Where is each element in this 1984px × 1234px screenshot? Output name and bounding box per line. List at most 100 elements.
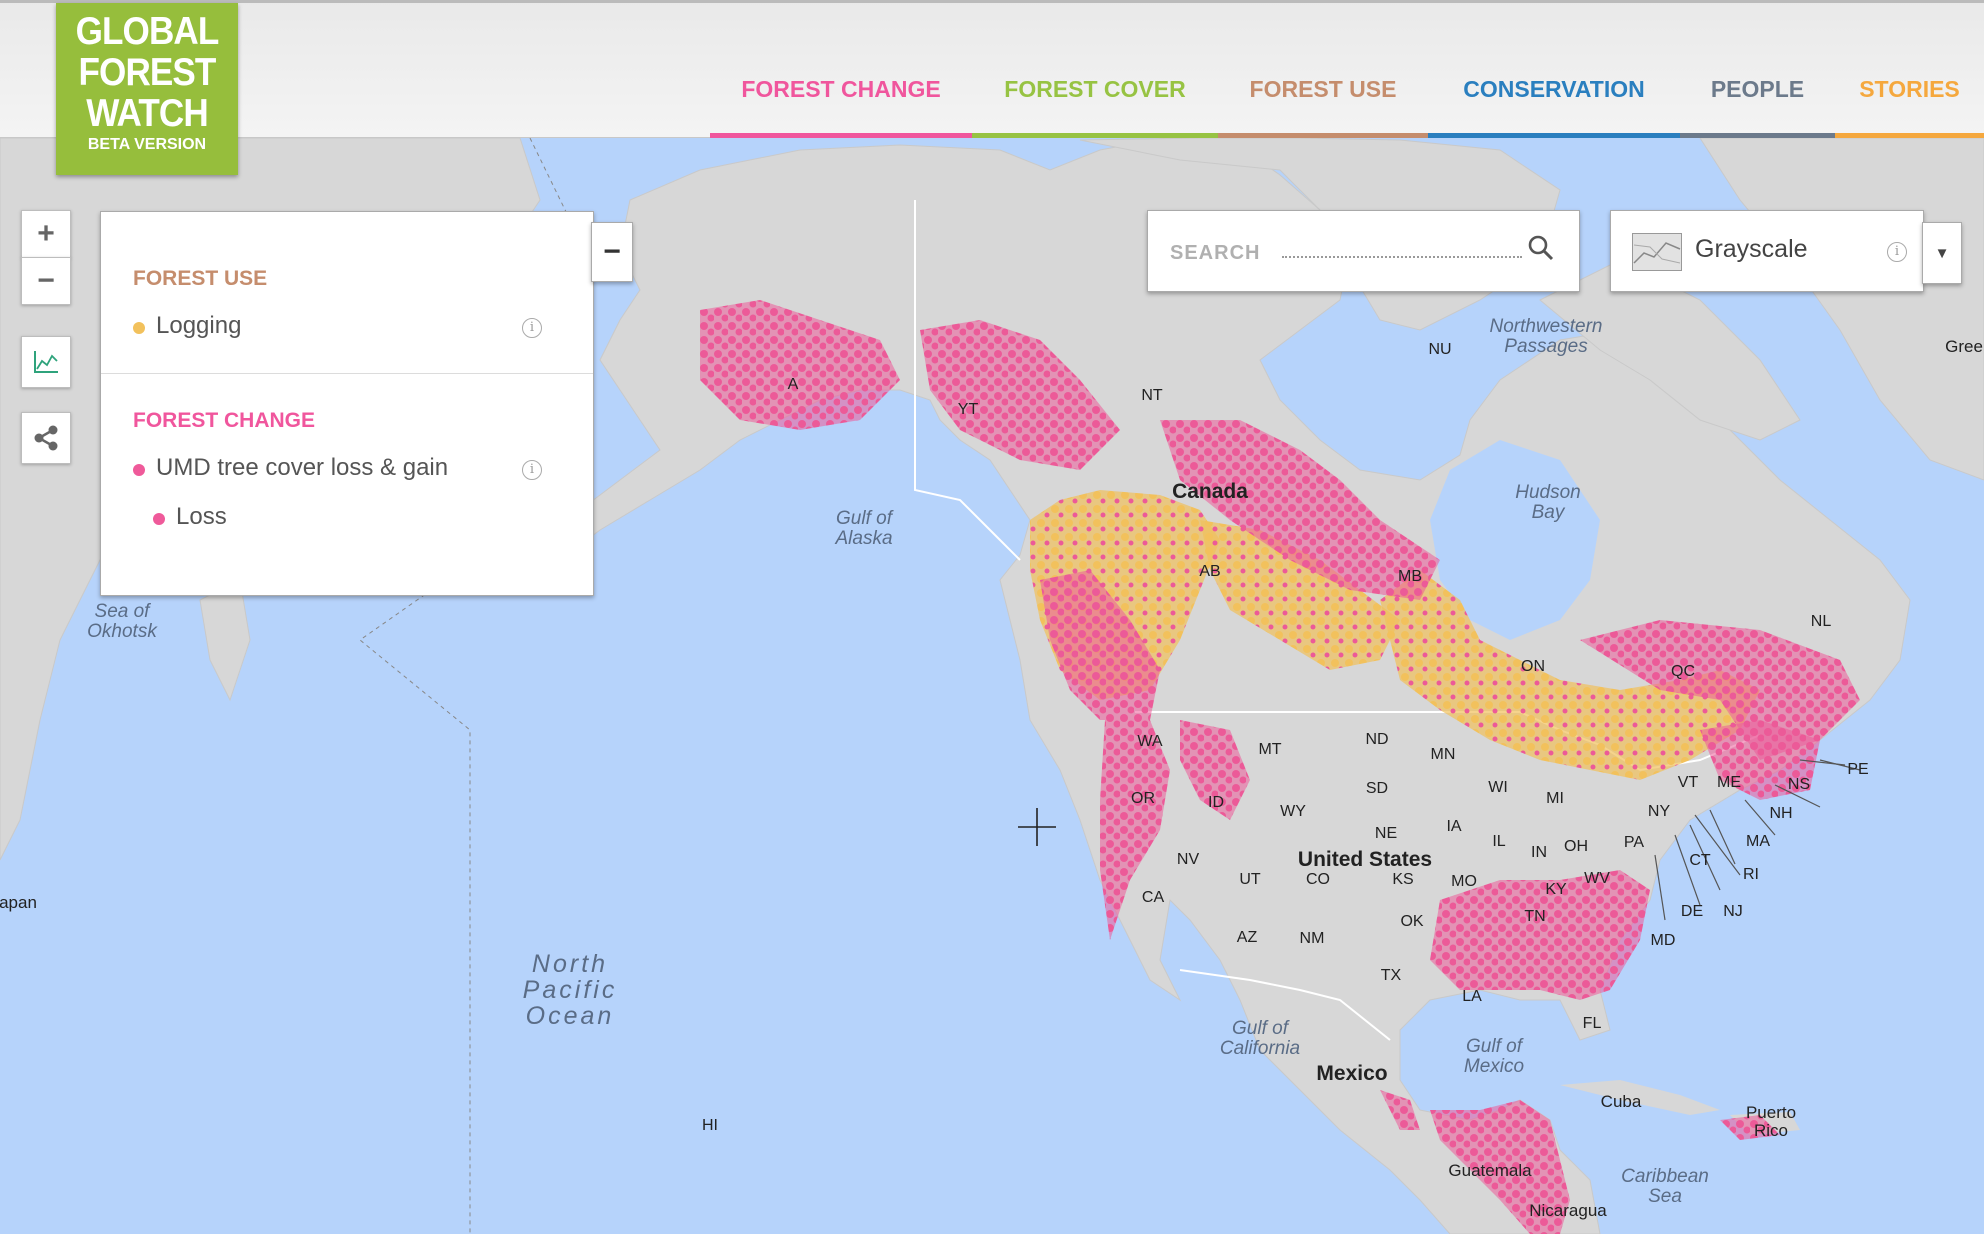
label-united-states: United States [1297, 848, 1433, 871]
nav-conservation[interactable]: CONSERVATION [1428, 58, 1680, 138]
label-id: ID [1208, 794, 1224, 811]
label-nd: ND [1365, 731, 1389, 748]
label-sea-okhotsk: Sea of Okhotsk [87, 601, 157, 642]
zoom-out-button[interactable]: − [21, 257, 71, 305]
label-tn: TN [1524, 908, 1546, 925]
label-az: AZ [1236, 929, 1258, 946]
search-box [1147, 210, 1580, 292]
label-japan: apan [0, 893, 37, 912]
analysis-button[interactable] [21, 336, 71, 388]
search-icon[interactable] [1527, 234, 1555, 262]
label-la: LA [1462, 988, 1482, 1005]
map-base [0, 0, 1984, 1234]
label-ut: UT [1239, 871, 1261, 888]
label-sd: SD [1365, 780, 1389, 797]
label-or: OR [1131, 790, 1155, 807]
label-nw-passages: Northwestern Passages [1489, 316, 1603, 357]
label-mi: MI [1546, 790, 1564, 807]
label-cuba: Cuba [1600, 1092, 1642, 1111]
zoom-in-button[interactable]: + [21, 210, 71, 258]
label-gulf-california: Gulf of California [1219, 1018, 1301, 1059]
label-ns: NS [1787, 776, 1811, 793]
label-on: ON [1521, 658, 1545, 675]
nav-forest-use[interactable]: FOREST USE [1218, 58, 1428, 138]
label-guatemala: Guatemala [1448, 1161, 1532, 1180]
legend-forest-change-title: FOREST CHANGE [133, 409, 316, 432]
label-nj: NJ [1723, 903, 1743, 920]
label-nv: NV [1176, 851, 1200, 868]
label-gulf-alaska: Gulf of Alaska [835, 508, 893, 549]
basemap-selected-label: Grayscale [1695, 235, 1808, 263]
share-icon [34, 425, 58, 451]
label-pa: PA [1623, 834, 1645, 851]
label-ab: AB [1199, 563, 1221, 580]
nav-stories[interactable]: STORIES [1835, 58, 1984, 138]
legend-logging-label: Logging [156, 312, 242, 339]
info-icon[interactable]: i [522, 460, 542, 480]
label-ny: NY [1647, 803, 1671, 820]
label-nu: NU [1428, 341, 1452, 358]
label-ok: OK [1400, 913, 1424, 930]
legend-umd-label: UMD tree cover loss & gain [156, 454, 449, 481]
nav-forest-change[interactable]: FOREST CHANGE [710, 58, 972, 138]
label-oh: OH [1564, 838, 1588, 855]
label-qc: QC [1671, 663, 1695, 680]
label-wv: WV [1584, 870, 1610, 887]
label-greenland: Gree [1945, 337, 1983, 356]
label-puerto-rico: Puerto Rico [1745, 1103, 1797, 1140]
logo[interactable]: GLOBAL FOREST WATCH BETA VERSION [56, 3, 238, 175]
label-ak: A [787, 376, 799, 393]
map-canvas[interactable]: Canada United States Mexico North Pacifi… [0, 0, 1984, 1234]
logo-line-2: FOREST [78, 51, 217, 94]
top-header: FOREST CHANGE FOREST COVER FOREST USE CO… [0, 0, 1984, 138]
label-me: ME [1717, 774, 1741, 791]
info-icon[interactable]: i [1887, 242, 1907, 262]
label-ma: MA [1746, 833, 1770, 850]
chart-icon [34, 351, 58, 373]
label-wi: WI [1488, 779, 1508, 796]
logo-beta: BETA VERSION [87, 136, 207, 153]
legend-forest-use-title: FOREST USE [133, 267, 268, 290]
label-mo: MO [1451, 873, 1477, 890]
basemap-selector[interactable]: Grayscale i [1610, 210, 1924, 292]
label-mn: MN [1430, 746, 1456, 763]
label-ks: KS [1392, 871, 1414, 888]
nav-forest-cover[interactable]: FOREST COVER [972, 58, 1218, 138]
search-input[interactable] [1168, 237, 1532, 269]
label-nh: NH [1769, 805, 1793, 822]
label-gulf-mexico: Gulf of Mexico [1463, 1036, 1525, 1077]
legend-divider [101, 373, 593, 374]
label-ca: CA [1141, 889, 1165, 906]
legend-loss-label[interactable]: Loss [176, 503, 227, 531]
label-north-pacific: North Pacific Ocean [522, 950, 618, 1030]
chevron-down-icon[interactable]: ▼ [1922, 222, 1962, 284]
label-mexico: Mexico [1316, 1062, 1388, 1085]
label-ct: CT [1689, 852, 1711, 869]
label-ky: KY [1545, 881, 1567, 898]
label-hudson-bay: Hudson Bay [1515, 482, 1581, 523]
umd-dot-icon [133, 464, 145, 476]
label-wy: WY [1280, 803, 1306, 820]
label-fl: FL [1582, 1015, 1602, 1032]
logo-line-1: GLOBAL [75, 10, 220, 53]
label-nt: NT [1141, 387, 1163, 404]
label-canada: Canada [1172, 480, 1248, 503]
label-md: MD [1650, 932, 1676, 949]
share-button[interactable] [21, 412, 71, 464]
label-yt: YT [957, 401, 979, 418]
label-wa: WA [1137, 733, 1163, 750]
label-ri: RI [1743, 866, 1759, 883]
label-hi: HI [702, 1117, 718, 1134]
label-in: IN [1531, 844, 1547, 861]
info-icon[interactable]: i [522, 318, 542, 338]
basemap-thumbnail-icon [1632, 233, 1682, 271]
nav-people[interactable]: PEOPLE [1680, 58, 1835, 138]
label-nicaragua: Nicaragua [1529, 1201, 1607, 1220]
label-caribbean: Caribbean Sea [1621, 1166, 1709, 1207]
label-tx: TX [1380, 967, 1402, 984]
label-vt: VT [1677, 774, 1699, 791]
logo-line-3: WATCH [86, 92, 208, 135]
collapse-legend-button[interactable]: − [591, 222, 633, 282]
search-underline [1282, 256, 1522, 258]
label-ne: NE [1374, 825, 1398, 842]
